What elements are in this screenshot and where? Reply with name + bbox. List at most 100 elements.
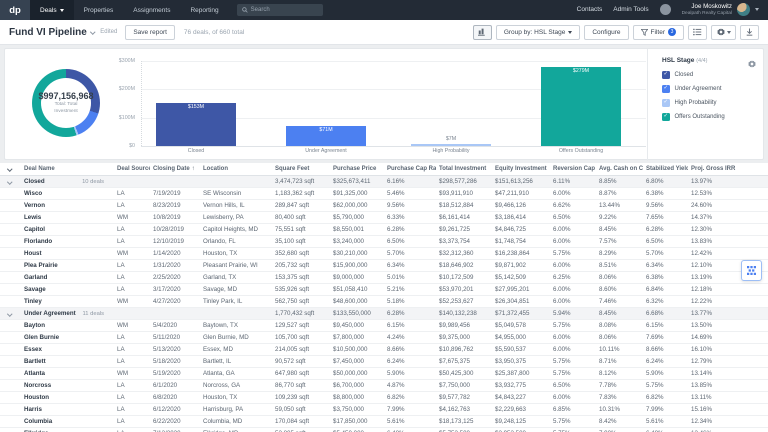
column-header-closing-date[interactable]: Closing Date↑ xyxy=(150,163,200,175)
table-row[interactable]: Glen BurnieLA5/11/2020Glen Burnie, MD105… xyxy=(0,332,768,344)
cell-deal-name[interactable]: Savage xyxy=(14,284,114,295)
chevron-down-icon[interactable] xyxy=(7,167,12,172)
nav-item-label: Assignments xyxy=(133,7,170,14)
checkbox-icon[interactable]: ✓ xyxy=(662,113,670,121)
table-row[interactable]: NorcrossLA6/1/2020Norcross, GA86,770 sqf… xyxy=(0,380,768,392)
table-row[interactable]: BartlettLA5/18/2020Bartlett, IL90,572 sq… xyxy=(0,356,768,368)
table-row[interactable]: VernonLA8/23/2019Vernon Hills, IL289,847… xyxy=(0,200,768,212)
table-row[interactable]: EssexLA5/13/2020Essex, MD214,005 sqft$10… xyxy=(0,344,768,356)
group-expander[interactable] xyxy=(0,308,14,319)
dealpath-logo[interactable]: dp xyxy=(0,0,30,20)
cell-deal-name[interactable]: Atlanta xyxy=(14,368,114,379)
download-button[interactable] xyxy=(740,25,759,40)
nav-item-reporting[interactable]: Reporting xyxy=(180,0,228,20)
column-header-location[interactable]: Location xyxy=(200,163,272,175)
table-row[interactable]: HoustonLA6/8/2020Houston, TX109,239 sqft… xyxy=(0,392,768,404)
group-row-under-agreement[interactable]: Under Agreement11 deals1,770,432 sqft$13… xyxy=(0,308,768,320)
table-row[interactable]: SavageLA3/17/2020Savage, MD535,926 sqft$… xyxy=(0,284,768,296)
bar-high-probability[interactable]: $7M xyxy=(411,144,491,146)
table-row[interactable]: ColumbiaLA6/22/2020Columbia, MD170,084 s… xyxy=(0,416,768,428)
search-input[interactable]: Search xyxy=(237,4,323,16)
table-row[interactable]: Plea PrairieLA1/31/2020Pleasant Prairie,… xyxy=(0,260,768,272)
cell-location: Houston, TX xyxy=(200,392,272,403)
column-header-purchase-cap-rate[interactable]: Purchase Cap Rate xyxy=(384,163,436,175)
cell-deal-name[interactable]: Florlando xyxy=(14,236,114,247)
column-header-reversion-cap-rate[interactable]: Reversion Cap Rate xyxy=(550,163,596,175)
table-row[interactable]: ElkridgeLA7/13/2020Elkridge, MD52,805 sq… xyxy=(0,428,768,432)
nav-item-assignments[interactable]: Assignments xyxy=(123,0,180,20)
bar-under-agreement[interactable]: $71M xyxy=(286,126,366,146)
checkbox-icon[interactable]: ✓ xyxy=(662,85,670,93)
cell-deal-name[interactable]: Elkridge xyxy=(14,428,114,432)
cell-deal-name[interactable]: Capitol xyxy=(14,224,114,235)
table-row[interactable]: HoustWM1/14/2020Houston, TX352,680 sqft$… xyxy=(0,248,768,260)
table-row[interactable]: FlorlandoLA12/10/2019Orlando, FL35,100 s… xyxy=(0,236,768,248)
column-header-equity-investment[interactable]: Equity Investment xyxy=(492,163,550,175)
list-view-button[interactable] xyxy=(688,25,707,40)
legend-item-under-agreement[interactable]: ✓Under Agreement xyxy=(662,85,763,93)
table-row[interactable]: AtlantaWM5/19/2020Atlanta, GA647,980 sqf… xyxy=(0,368,768,380)
nav-item-admin-tools[interactable]: Admin Tools xyxy=(613,6,648,13)
user-menu[interactable]: Joe Moskowitz Dealpath Realty Capital xyxy=(682,3,759,17)
column-header-stabilized-yield[interactable]: Stabilized Yield xyxy=(643,163,688,175)
legend-gear-button[interactable] xyxy=(748,55,756,73)
donut-chart[interactable]: $997,156,968 Total: Total Investment xyxy=(32,69,100,137)
column-header-square-feet[interactable]: Square Feet xyxy=(272,163,330,175)
legend-item-high-probability[interactable]: ✓High Probability xyxy=(662,99,763,107)
notifications-icon[interactable] xyxy=(660,4,671,15)
filter-button[interactable]: Filter 3 xyxy=(633,25,684,40)
cell-deal-name[interactable]: Houst xyxy=(14,248,114,259)
cell-square-feet: 86,770 sqft xyxy=(272,380,330,391)
group-by-button[interactable]: Group by: HSL Stage xyxy=(496,25,581,40)
checkbox-icon[interactable]: ✓ xyxy=(662,99,670,107)
group-expander[interactable] xyxy=(0,176,14,187)
row-expander-cell xyxy=(0,392,14,403)
column-header-deal-name[interactable]: Deal Name xyxy=(14,163,114,175)
group-row-closed[interactable]: Closed10 deals3,474,723 sqft$325,673,411… xyxy=(0,176,768,188)
bar-closed[interactable]: $153M xyxy=(156,103,236,146)
nav-item-deals[interactable]: Deals xyxy=(30,0,74,20)
table-row[interactable]: GarlandLA2/25/2020Garland, TX153,375 sqf… xyxy=(0,272,768,284)
cell-deal-name[interactable]: Essex xyxy=(14,344,114,355)
column-header-avg-cash-on-cash[interactable]: Avg. Cash on Cash xyxy=(596,163,643,175)
cell-deal-name[interactable]: Houston xyxy=(14,392,114,403)
column-header-expander[interactable] xyxy=(0,163,14,175)
table-row[interactable]: TinleyWM4/27/2020Tinley Park, IL562,750 … xyxy=(0,296,768,308)
cell-purchase-cap-rate: 7.99% xyxy=(384,404,436,415)
cell-deal-name[interactable]: Vernon xyxy=(14,200,114,211)
cell-deal-name[interactable]: Glen Burnie xyxy=(14,332,114,343)
cell-deal-name[interactable]: Garland xyxy=(14,272,114,283)
settings-button[interactable] xyxy=(711,25,736,40)
checkbox-icon[interactable]: ✓ xyxy=(662,71,670,79)
legend-item-offers-outstanding[interactable]: ✓Offers Outstanding xyxy=(662,113,763,121)
cell-deal-name[interactable]: Lewis xyxy=(14,212,114,223)
column-header-proj-gross-irr[interactable]: Proj. Gross IRR xyxy=(688,163,738,175)
nav-item-contacts[interactable]: Contacts xyxy=(577,6,603,13)
table-row[interactable]: WiscoLA7/19/2019SE Wisconsin1,183,362 sq… xyxy=(0,188,768,200)
cell-deal-name[interactable]: Bayton xyxy=(14,320,114,331)
bar-offers-outstanding[interactable]: $279M xyxy=(541,67,621,146)
nav-item-properties[interactable]: Properties xyxy=(74,0,124,20)
cell-deal-name[interactable]: Columbia xyxy=(14,416,114,427)
column-header-deal-source[interactable]: Deal Source xyxy=(114,163,150,175)
table-row[interactable]: BaytonWM5/4/2020Baytown, TX129,527 sqft$… xyxy=(0,320,768,332)
cell-deal-name[interactable]: Tinley xyxy=(14,296,114,307)
cell-deal-name[interactable]: Wisco xyxy=(14,188,114,199)
table-row[interactable]: CapitolLA10/28/2019Capitol Heights, MD75… xyxy=(0,224,768,236)
cell-purchase-cap-rate: 6.82% xyxy=(384,392,436,403)
chart-view-button[interactable] xyxy=(473,25,492,40)
chevron-down-icon[interactable] xyxy=(7,311,12,316)
configure-button[interactable]: Configure xyxy=(584,25,628,40)
cell-deal-name[interactable]: Norcross xyxy=(14,380,114,391)
chevron-down-icon[interactable] xyxy=(90,30,95,35)
cell-deal-name[interactable]: Bartlett xyxy=(14,356,114,367)
widget-launcher-button[interactable] xyxy=(741,260,762,281)
table-row[interactable]: LewisWM10/8/2019Lewisberry, PA80,400 sqf… xyxy=(0,212,768,224)
table-row[interactable]: HarrisLA6/12/2020Harrisburg, PA59,050 sq… xyxy=(0,404,768,416)
chevron-down-icon[interactable] xyxy=(7,179,12,184)
column-header-total-investment[interactable]: Total Investment xyxy=(436,163,492,175)
save-report-button[interactable]: Save report xyxy=(125,25,175,40)
cell-deal-name[interactable]: Plea Prairie xyxy=(14,260,114,271)
cell-deal-name[interactable]: Harris xyxy=(14,404,114,415)
column-header-purchase-price[interactable]: Purchase Price xyxy=(330,163,384,175)
